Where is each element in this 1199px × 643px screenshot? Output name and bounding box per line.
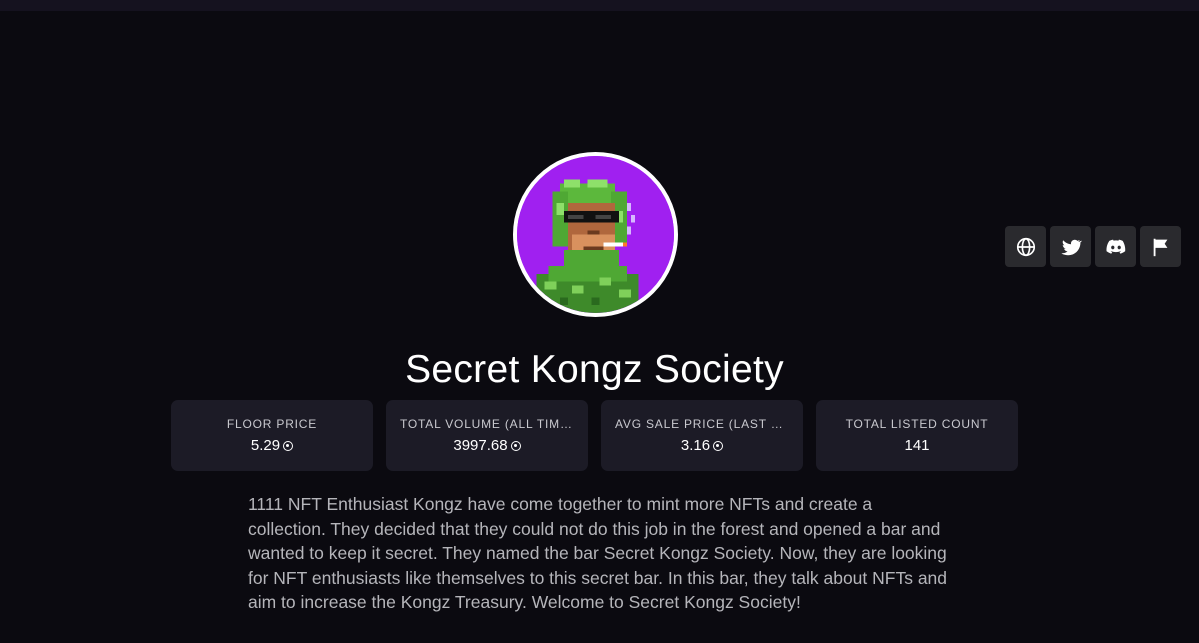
- stat-label: TOTAL LISTED COUNT: [845, 417, 989, 431]
- social-links: [1005, 226, 1181, 267]
- stat-value-wrapper: 5.29: [185, 436, 359, 455]
- stat-value: 3.16: [680, 437, 711, 454]
- sol-icon: [283, 441, 294, 451]
- stat-floor-price: FLOOR PRICE 5.29: [171, 400, 373, 471]
- globe-icon: [1016, 237, 1035, 256]
- stat-total-listed-count: TOTAL LISTED COUNT 141: [816, 400, 1018, 471]
- report-button[interactable]: [1140, 226, 1181, 267]
- stat-value: 3997.68: [453, 437, 508, 454]
- discord-icon: [1105, 239, 1125, 254]
- stat-value: 141: [904, 437, 930, 454]
- sol-icon: [510, 441, 521, 451]
- stat-label: TOTAL VOLUME (ALL TIME,...: [400, 417, 574, 431]
- stat-total-volume: TOTAL VOLUME (ALL TIME,... 3997.68: [386, 400, 588, 471]
- stats-row: FLOOR PRICE 5.29 TOTAL VOLUME (ALL TIME,…: [171, 400, 1018, 471]
- sol-icon: [713, 441, 724, 451]
- stat-avg-sale-price: AVG SALE PRICE (LAST 24... 3.16: [601, 400, 803, 471]
- collection-avatar: [513, 152, 678, 317]
- website-button[interactable]: [1005, 226, 1046, 267]
- collection-description: 1111 NFT Enthusiast Kongz have come toge…: [248, 494, 948, 612]
- twitter-button[interactable]: [1050, 226, 1091, 267]
- collection-title: Secret Kongz Society: [405, 348, 784, 391]
- stat-value-wrapper: 3.16: [615, 436, 789, 455]
- discord-button[interactable]: [1095, 226, 1136, 267]
- top-nav-bar: [0, 0, 1199, 11]
- stat-label: FLOOR PRICE: [226, 417, 318, 431]
- stat-value-wrapper: 141: [830, 436, 1004, 455]
- flag-icon: [1153, 238, 1167, 256]
- twitter-icon: [1060, 239, 1082, 255]
- kong-nft-avatar-icon: [517, 156, 674, 313]
- stat-value-wrapper: 3997.68: [400, 436, 574, 455]
- stat-value: 5.29: [250, 437, 281, 454]
- stat-label: AVG SALE PRICE (LAST 24...: [615, 417, 789, 431]
